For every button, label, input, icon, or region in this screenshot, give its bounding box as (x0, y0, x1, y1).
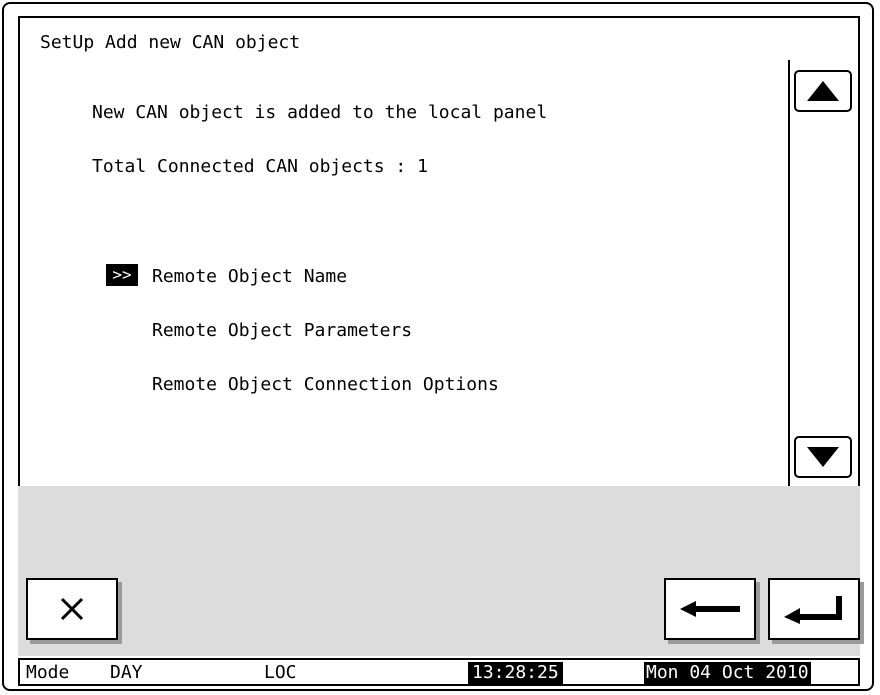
triangle-down-icon (807, 447, 839, 467)
arrow-left-icon (680, 601, 740, 617)
window-title: SetUp Add new CAN object (40, 32, 301, 53)
mode-value: DAY (110, 662, 143, 683)
total-objects-line: Total Connected CAN objects : 1 (92, 156, 428, 177)
scroll-down-button[interactable] (794, 436, 852, 478)
scroll-divider (788, 60, 790, 486)
back-button[interactable] (664, 578, 756, 640)
clock-time: 13:28:25 (468, 662, 563, 684)
triangle-up-icon (807, 81, 839, 101)
title-bar: SetUp Add new CAN object (18, 16, 860, 62)
clock-date: Mon 04 Oct 2010 (644, 662, 811, 684)
selection-cursor: >> (106, 264, 138, 286)
menu-item-remote-object-name[interactable]: Remote Object Name (152, 266, 347, 287)
scroll-up-button[interactable] (794, 70, 852, 112)
enter-return-icon (784, 596, 842, 624)
menu-item-remote-object-connection-options[interactable]: Remote Object Connection Options (152, 374, 499, 395)
enter-button[interactable] (768, 578, 860, 640)
close-button[interactable] (26, 578, 118, 640)
location-indicator: LOC (264, 662, 297, 683)
menu-item-remote-object-parameters[interactable]: Remote Object Parameters (152, 320, 412, 341)
content-panel (18, 60, 860, 486)
status-bar: Mode DAY LOC 13:28:25 Mon 04 Oct 2010 (18, 658, 860, 686)
mode-label: Mode (26, 662, 70, 683)
info-message: New CAN object is added to the local pan… (92, 102, 548, 123)
close-x-icon (60, 597, 84, 621)
